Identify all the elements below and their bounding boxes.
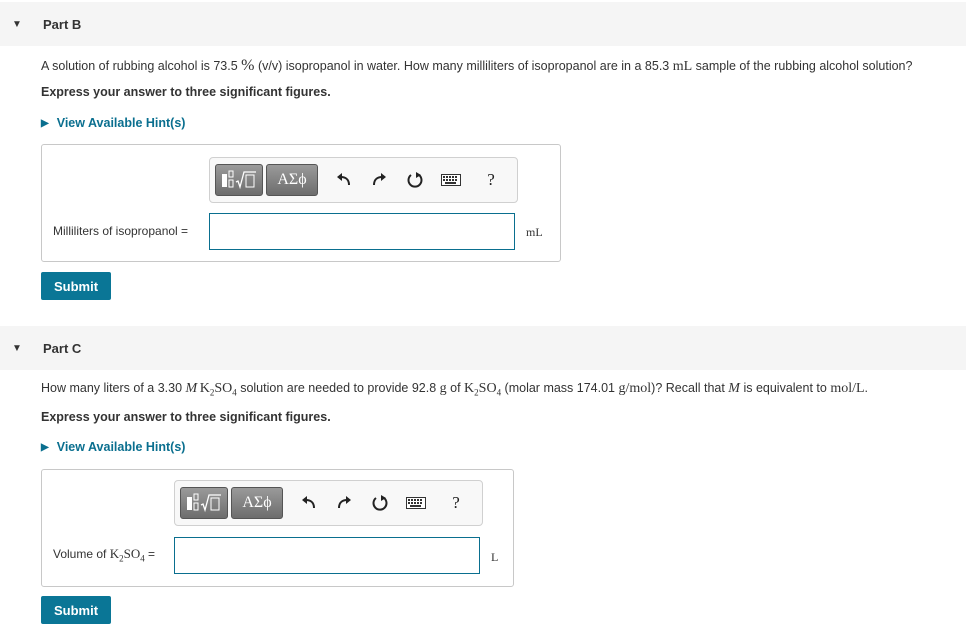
part-c-math-toolbar: ΑΣϕ ?	[174, 480, 483, 526]
part-b-title: Part B	[43, 16, 82, 32]
part-c-title: Part C	[43, 340, 82, 356]
collapse-triangle-icon[interactable]: ▼	[12, 19, 22, 30]
part-c-unit: L	[491, 550, 499, 564]
keyboard-icon[interactable]	[405, 492, 427, 514]
undo-icon[interactable]	[333, 169, 355, 191]
templates-icon[interactable]	[215, 164, 263, 196]
expand-triangle-icon: ▶	[41, 117, 49, 129]
part-c-question: How many liters of a 3.30 M K2SO4 soluti…	[41, 381, 869, 398]
part-b-answer-input[interactable]	[209, 213, 515, 250]
keyboard-icon[interactable]	[440, 169, 462, 191]
reset-icon[interactable]	[369, 492, 391, 514]
part-b-question: A solution of rubbing alcohol is 73.5 % …	[41, 57, 913, 74]
part-b-hint-link[interactable]: ▶ View Available Hint(s)	[41, 116, 185, 130]
part-c-submit-button[interactable]: Submit	[41, 596, 111, 624]
redo-icon[interactable]	[368, 169, 390, 191]
undo-icon[interactable]	[298, 492, 320, 514]
part-b-submit-button[interactable]: Submit	[41, 272, 111, 300]
help-icon[interactable]: ?	[480, 169, 502, 191]
part-c-field-label: Volume of K2SO4 =	[53, 546, 156, 564]
reset-icon[interactable]	[404, 169, 426, 191]
part-b-header[interactable]: ▼ Part B	[0, 2, 966, 46]
part-b-instruction: Express your answer to three significant…	[41, 85, 331, 99]
part-b-answer-box: ΑΣϕ ? Milliliters of isopropanol = mL	[41, 144, 561, 262]
greek-symbols-icon[interactable]: ΑΣϕ	[231, 487, 283, 519]
part-c-hint-link[interactable]: ▶ View Available Hint(s)	[41, 440, 185, 454]
part-c-instruction: Express your answer to three significant…	[41, 410, 331, 424]
part-c-answer-input[interactable]	[174, 537, 480, 574]
collapse-triangle-icon[interactable]: ▼	[12, 343, 22, 354]
greek-symbols-icon[interactable]: ΑΣϕ	[266, 164, 318, 196]
part-c-header[interactable]: ▼ Part C	[0, 326, 966, 370]
templates-icon[interactable]	[180, 487, 228, 519]
expand-triangle-icon: ▶	[41, 441, 49, 453]
redo-icon[interactable]	[333, 492, 355, 514]
part-b-field-label: Milliliters of isopropanol =	[53, 224, 189, 238]
help-icon[interactable]: ?	[445, 492, 467, 514]
part-c-answer-box: ΑΣϕ ? Volume of K2SO4 = L	[41, 469, 514, 587]
part-b-math-toolbar: ΑΣϕ ?	[209, 157, 518, 203]
part-b-unit: mL	[526, 225, 543, 239]
